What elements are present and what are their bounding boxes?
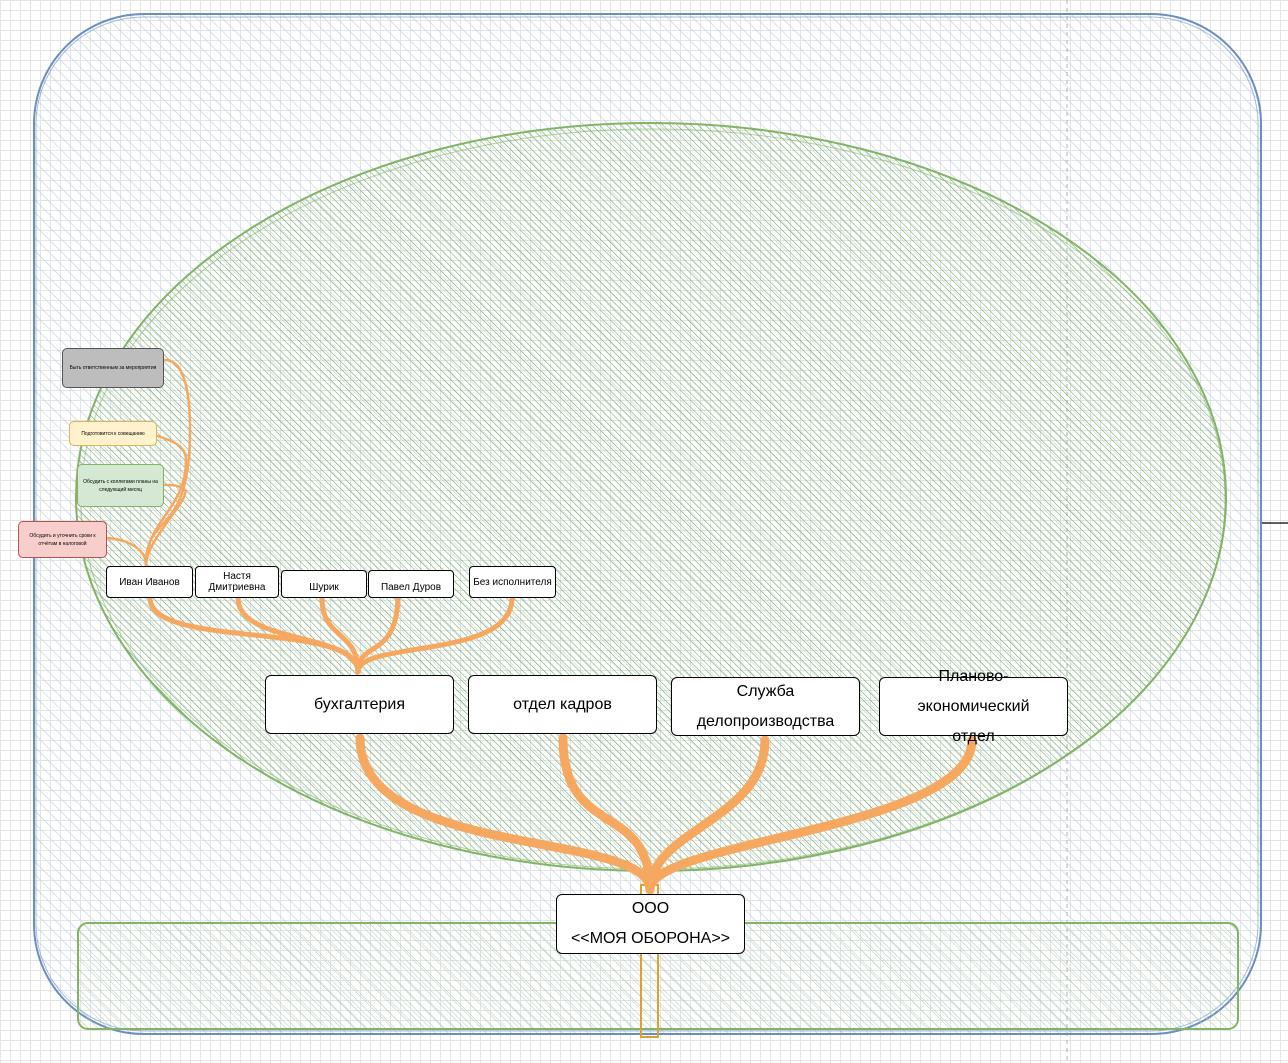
department-label: отдел кадров — [513, 695, 612, 713]
person-name: Без исполнителя — [473, 576, 552, 588]
task-card[interactable]: Быть ответственным за мероприятия — [62, 348, 164, 388]
department-label: Планово-экономический — [917, 667, 1030, 715]
department-label: бухгалтерия — [313, 695, 406, 713]
department-label-line2: делопроизводства — [696, 712, 835, 730]
root-node[interactable]: ООО <<МОЯ ОБОРОНА>> — [556, 894, 745, 954]
person-node[interactable]: Без исполнителя — [469, 566, 556, 598]
task-card[interactable]: Подготовится к совещанию — [69, 421, 157, 446]
task-text: Обсудить и уточнить сроки к отчётам в на… — [29, 532, 96, 547]
person-node[interactable]: Настя Дмитриевна — [195, 566, 279, 598]
task-text: Быть ответственным за мероприятия — [69, 365, 157, 371]
department-node[interactable]: Служба делопроизводства — [671, 677, 860, 736]
department-label: Служба — [736, 682, 795, 700]
task-text: Обсудить с коллегами планы на следующий … — [83, 478, 158, 493]
person-node[interactable]: Шурик — [281, 570, 367, 598]
task-card[interactable]: Обсудить с коллегами планы на следующий … — [77, 464, 164, 507]
root-label-line2: <<МОЯ ОБОРОНА>> — [571, 930, 730, 947]
person-name: Иван Иванов — [119, 576, 180, 588]
person-name: Павел Дуров — [380, 581, 442, 593]
person-node[interactable]: Павел Дуров — [368, 570, 454, 598]
task-text: Подготовится к совещанию — [81, 430, 145, 437]
person-node[interactable]: Иван Иванов — [106, 566, 193, 598]
root-label-line1: ООО — [631, 900, 670, 917]
person-name: Настя Дмитриевна — [208, 571, 266, 593]
task-card[interactable]: Обсудить и уточнить сроки к отчётам в на… — [18, 521, 107, 558]
department-label-line2: отдел — [952, 727, 995, 745]
person-name: Шурик — [309, 581, 339, 593]
department-node[interactable]: отдел кадров — [468, 675, 657, 734]
department-node[interactable]: Планово-экономический отдел — [879, 668, 1068, 745]
department-node[interactable]: бухгалтерия — [265, 675, 454, 734]
